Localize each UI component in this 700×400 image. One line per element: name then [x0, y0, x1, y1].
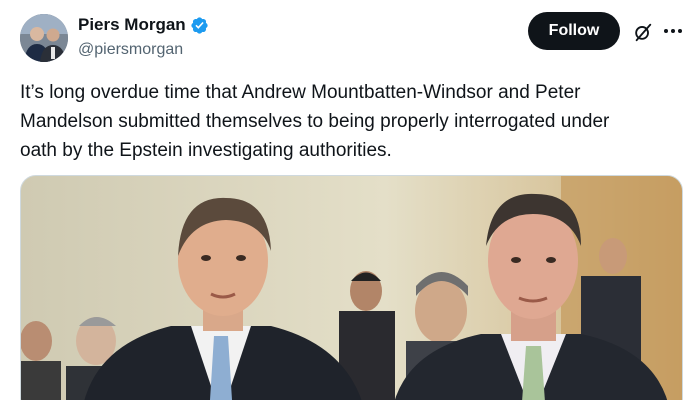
verified-badge-icon[interactable]	[190, 16, 209, 35]
tweet-photo[interactable]	[20, 175, 683, 400]
more-dot	[678, 29, 682, 33]
author-handle[interactable]: @piersmorgan	[78, 39, 209, 61]
author-name-row: Piers Morgan	[78, 14, 209, 36]
author-avatar[interactable]	[20, 14, 68, 62]
more-dot	[671, 29, 675, 33]
more-dot	[664, 29, 668, 33]
author-block: Piers Morgan @piersmorgan	[78, 14, 209, 61]
more-icon[interactable]	[662, 20, 684, 42]
author-display-name[interactable]: Piers Morgan	[78, 14, 186, 36]
photo-two-men-icon	[21, 176, 682, 400]
avatar-photo	[20, 14, 68, 62]
follow-button[interactable]: Follow	[528, 12, 620, 50]
grok-icon[interactable]	[632, 21, 654, 43]
tweet-card: Piers Morgan @piersmorgan Follow It’s lo…	[0, 0, 700, 400]
tweet-text: It’s long overdue time that Andrew Mount…	[20, 82, 610, 161]
